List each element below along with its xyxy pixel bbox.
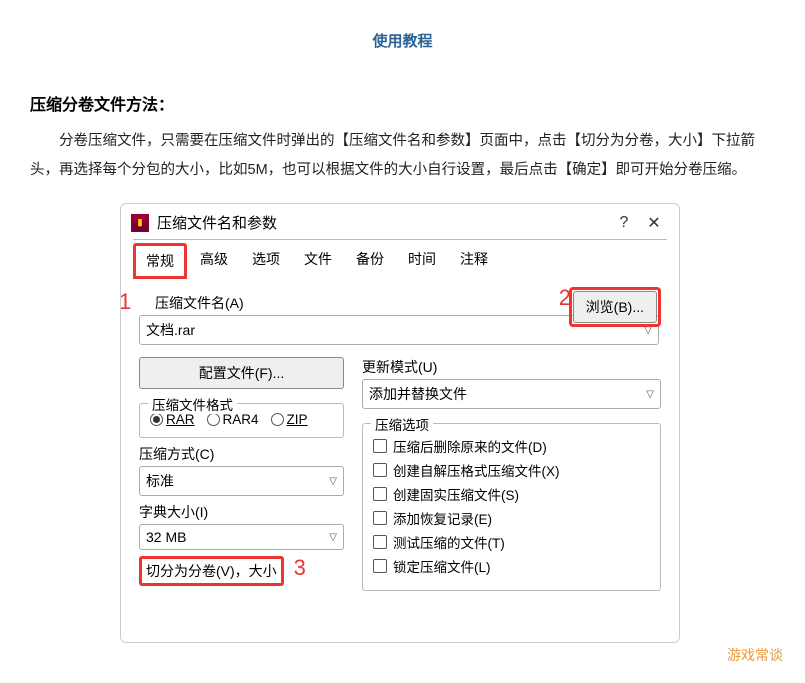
archive-dialog: ▮ 压缩文件名和参数 ? ✕ 常规 高级 选项 文件 备份 时间 注释 1 2 … [120,203,680,643]
options-legend: 压缩选项 [371,414,433,434]
dialog-title: 压缩文件名和参数 [157,212,609,233]
page-heading: 使用教程 [0,0,805,91]
titlebar: ▮ 压缩文件名和参数 ? ✕ [121,204,679,239]
help-button[interactable]: ? [609,214,639,232]
opt-lock[interactable]: 锁定压缩文件(L) [373,556,650,576]
format-group: 压缩文件格式 RAR RAR4 ZIP [139,403,344,438]
archive-name-value: 文档.rar [146,320,195,340]
opt-test[interactable]: 测试压缩的文件(T) [373,532,650,552]
watermark: 游戏常谈 [727,645,783,665]
method-select[interactable]: 标准▽ [139,466,344,496]
tab-time[interactable]: 时间 [397,243,447,279]
tab-advanced[interactable]: 高级 [189,243,239,279]
dict-label: 字典大小(I) [139,502,344,522]
profiles-button[interactable]: 配置文件(F)... [139,357,344,389]
radio-zip[interactable]: ZIP [271,412,308,427]
tab-comment[interactable]: 注释 [449,243,499,279]
chevron-down-icon: ▽ [329,476,337,487]
article-body: 压缩分卷文件方法： 分卷压缩文件，只需要在压缩文件时弹出的【压缩文件名和参数】页… [0,91,805,185]
winrar-icon: ▮ [131,214,149,232]
annotation-1: 1 [120,289,131,315]
radio-rar[interactable]: RAR [150,412,195,427]
chevron-down-icon: ▽ [646,389,654,400]
opt-recovery[interactable]: 添加恢复记录(E) [373,508,650,528]
opt-sfx[interactable]: 创建自解压格式压缩文件(X) [373,460,650,480]
tab-files[interactable]: 文件 [293,243,343,279]
format-legend: 压缩文件格式 [148,394,237,414]
tab-options[interactable]: 选项 [241,243,291,279]
update-mode-select[interactable]: 添加并替换文件▽ [362,379,661,409]
tab-bar: 常规 高级 选项 文件 备份 时间 注释 [121,239,679,279]
chevron-down-icon: ▽ [329,532,337,543]
tab-backup[interactable]: 备份 [345,243,395,279]
section-paragraph: 分卷压缩文件，只需要在压缩文件时弹出的【压缩文件名和参数】页面中，点击【切分为分… [30,127,775,185]
options-group: 压缩选项 压缩后删除原来的文件(D) 创建自解压格式压缩文件(X) 创建固实压缩… [362,423,661,591]
method-label: 压缩方式(C) [139,444,344,464]
annotation-3: 3 [294,555,306,581]
split-label: 切分为分卷(V)，大小 [139,556,284,586]
opt-solid[interactable]: 创建固实压缩文件(S) [373,484,650,504]
update-mode-label: 更新模式(U) [362,357,661,377]
tab-general[interactable]: 常规 [133,243,187,279]
radio-rar4[interactable]: RAR4 [207,412,259,427]
opt-delete[interactable]: 压缩后删除原来的文件(D) [373,436,650,456]
section-title: 压缩分卷文件方法： [30,91,775,115]
dict-select[interactable]: 32 MB▽ [139,524,344,550]
browse-button[interactable]: 浏览(B)... [573,291,657,323]
close-button[interactable]: ✕ [639,213,669,233]
